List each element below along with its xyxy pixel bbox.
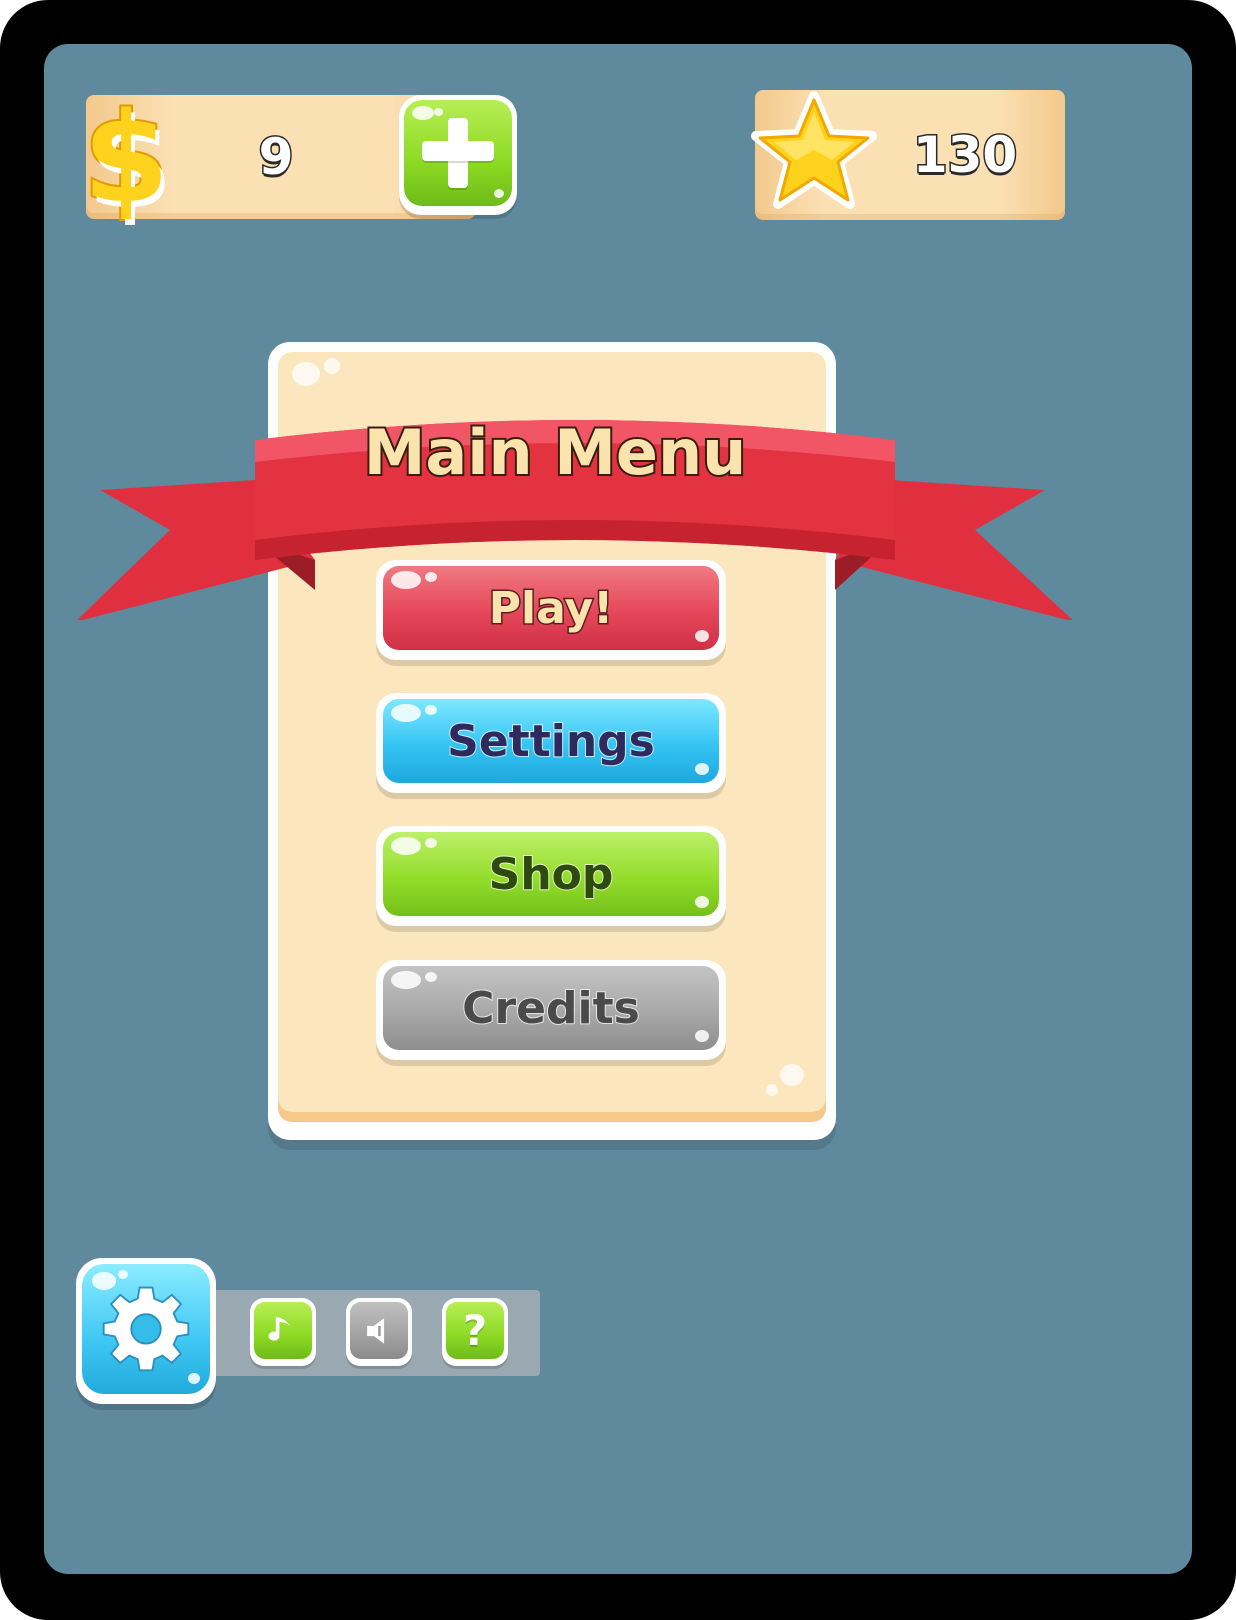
- shop-button[interactable]: Shop: [376, 826, 726, 926]
- music-note-icon: [268, 1316, 291, 1341]
- stars-value: 130: [911, 125, 1018, 186]
- music-toggle-button[interactable]: [250, 1298, 316, 1366]
- speaker-icon: [367, 1317, 385, 1344]
- plus-icon: [404, 100, 512, 206]
- help-button[interactable]: ?: [442, 1298, 508, 1366]
- settings-label: Settings: [446, 715, 656, 768]
- sound-toggle-button[interactable]: [346, 1298, 412, 1366]
- settings-button[interactable]: Settings: [376, 693, 726, 793]
- sound-button-face: [350, 1302, 408, 1359]
- play-button-face: Play!: [383, 566, 719, 650]
- help-icon: ?: [462, 1306, 488, 1355]
- music-button-face: [254, 1302, 312, 1359]
- play-label: Play!: [487, 581, 614, 635]
- dollar-icon: $: [81, 85, 171, 233]
- options-toggle-button[interactable]: [76, 1258, 216, 1404]
- credits-button[interactable]: Credits: [376, 960, 726, 1060]
- add-coins-button[interactable]: [399, 95, 517, 215]
- main-menu-title: Main Menu: [362, 414, 749, 491]
- help-button-face: ?: [446, 1302, 504, 1359]
- settings-button-face: Settings: [383, 699, 719, 783]
- star-icon: [751, 91, 877, 209]
- coins-value: 9: [257, 127, 295, 188]
- gear-icon: [102, 1286, 190, 1372]
- gear-button-face: [82, 1264, 210, 1394]
- shop-button-face: Shop: [383, 832, 719, 916]
- credits-button-face: Credits: [383, 966, 719, 1050]
- play-button[interactable]: Play!: [376, 560, 726, 660]
- shop-label: Shop: [488, 848, 615, 901]
- credits-label: Credits: [461, 982, 641, 1035]
